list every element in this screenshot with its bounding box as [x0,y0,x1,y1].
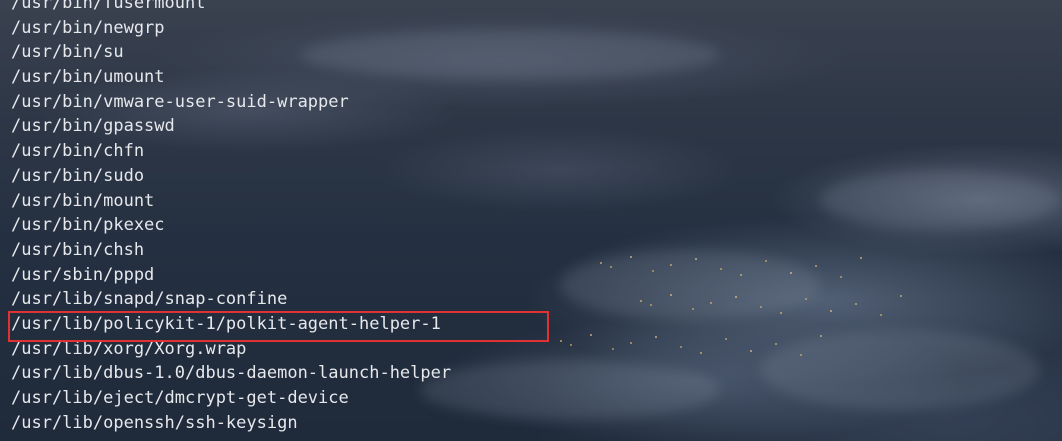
highlight-box [8,311,549,342]
output-line: /usr/bin/pkexec [11,215,165,236]
output-line: /usr/bin/sudo [11,165,145,186]
output-line: /usr/lib/openssh/ssh-keysign [11,412,298,433]
city-lights [640,300,642,302]
output-line: /usr/bin/mount [11,190,155,211]
background-cloud [820,170,1060,230]
output-line: /usr/bin/fusermount [11,0,206,13]
background-cloud [760,330,1040,410]
output-line: /usr/bin/newgrp [11,17,165,38]
output-line: /usr/bin/chfn [11,141,145,162]
output-line: /usr/bin/vmware-user-suid-wrapper [11,91,349,112]
terminal-output[interactable]: /usr/bin/fusermount/usr/bin/newgrp/usr/b… [11,0,451,435]
city-lights [560,340,562,342]
background-cloud [420,360,720,420]
output-line: /usr/bin/su [11,42,124,63]
city-lights [600,262,602,264]
background-cloud [560,250,820,320]
terminal-window[interactable]: /usr/bin/fusermount/usr/bin/newgrp/usr/b… [0,0,1062,441]
output-line: /usr/lib/snapd/snap-confine [11,289,288,310]
output-line: /usr/lib/eject/dmcrypt-get-device [11,388,349,408]
output-line: /usr/bin/chsh [11,239,145,260]
output-line: /usr/sbin/pppd [11,264,155,285]
output-line: /usr/lib/dbus-1.0/dbus-daemon-launch-hel… [11,363,452,384]
output-line: /usr/bin/umount [11,67,165,88]
output-line: /usr/bin/gpasswd [11,116,175,137]
